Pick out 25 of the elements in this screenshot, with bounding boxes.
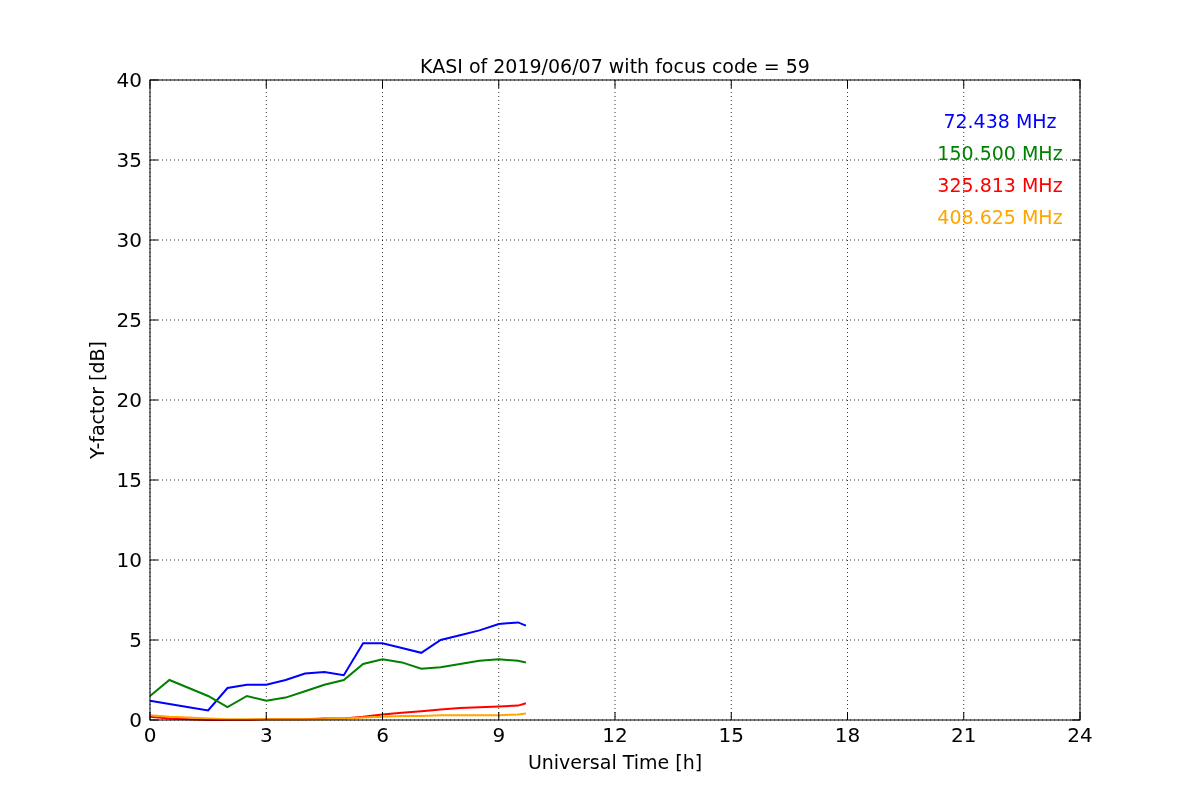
x-tick-label: 3 [259, 723, 273, 747]
legend-label: 72.438 MHz [943, 110, 1057, 132]
x-tick-label: 12 [602, 723, 628, 747]
y-tick-label: 25 [116, 308, 142, 332]
y-tick-label: 10 [116, 548, 142, 572]
legend-label: 408.625 MHz [937, 206, 1063, 228]
y-axis-label: Y-factor [dB] [86, 341, 108, 459]
y-tick-label: 40 [116, 68, 142, 92]
x-tick-label: 0 [143, 723, 157, 747]
x-tick-label: 21 [951, 723, 977, 747]
legend-label: 325.813 MHz [937, 174, 1063, 196]
y-tick-label: 15 [116, 468, 142, 492]
legend-label: 150.500 MHz [937, 142, 1063, 164]
x-tick-label: 18 [834, 723, 861, 747]
y-tick-label: 35 [116, 148, 142, 172]
x-tick-label: 24 [1067, 723, 1093, 747]
x-tick-label: 9 [492, 723, 506, 747]
y-tick-label: 0 [129, 708, 142, 732]
y-tick-label: 20 [116, 388, 142, 412]
x-axis-label: Universal Time [h] [527, 751, 703, 773]
y-tick-label: 30 [116, 228, 142, 252]
chart-title: KASI of 2019/06/07 with focus code = 59 [420, 55, 810, 77]
x-tick-label: 15 [718, 723, 744, 747]
y-tick-label: 5 [129, 628, 142, 652]
x-tick-label: 6 [376, 723, 389, 747]
